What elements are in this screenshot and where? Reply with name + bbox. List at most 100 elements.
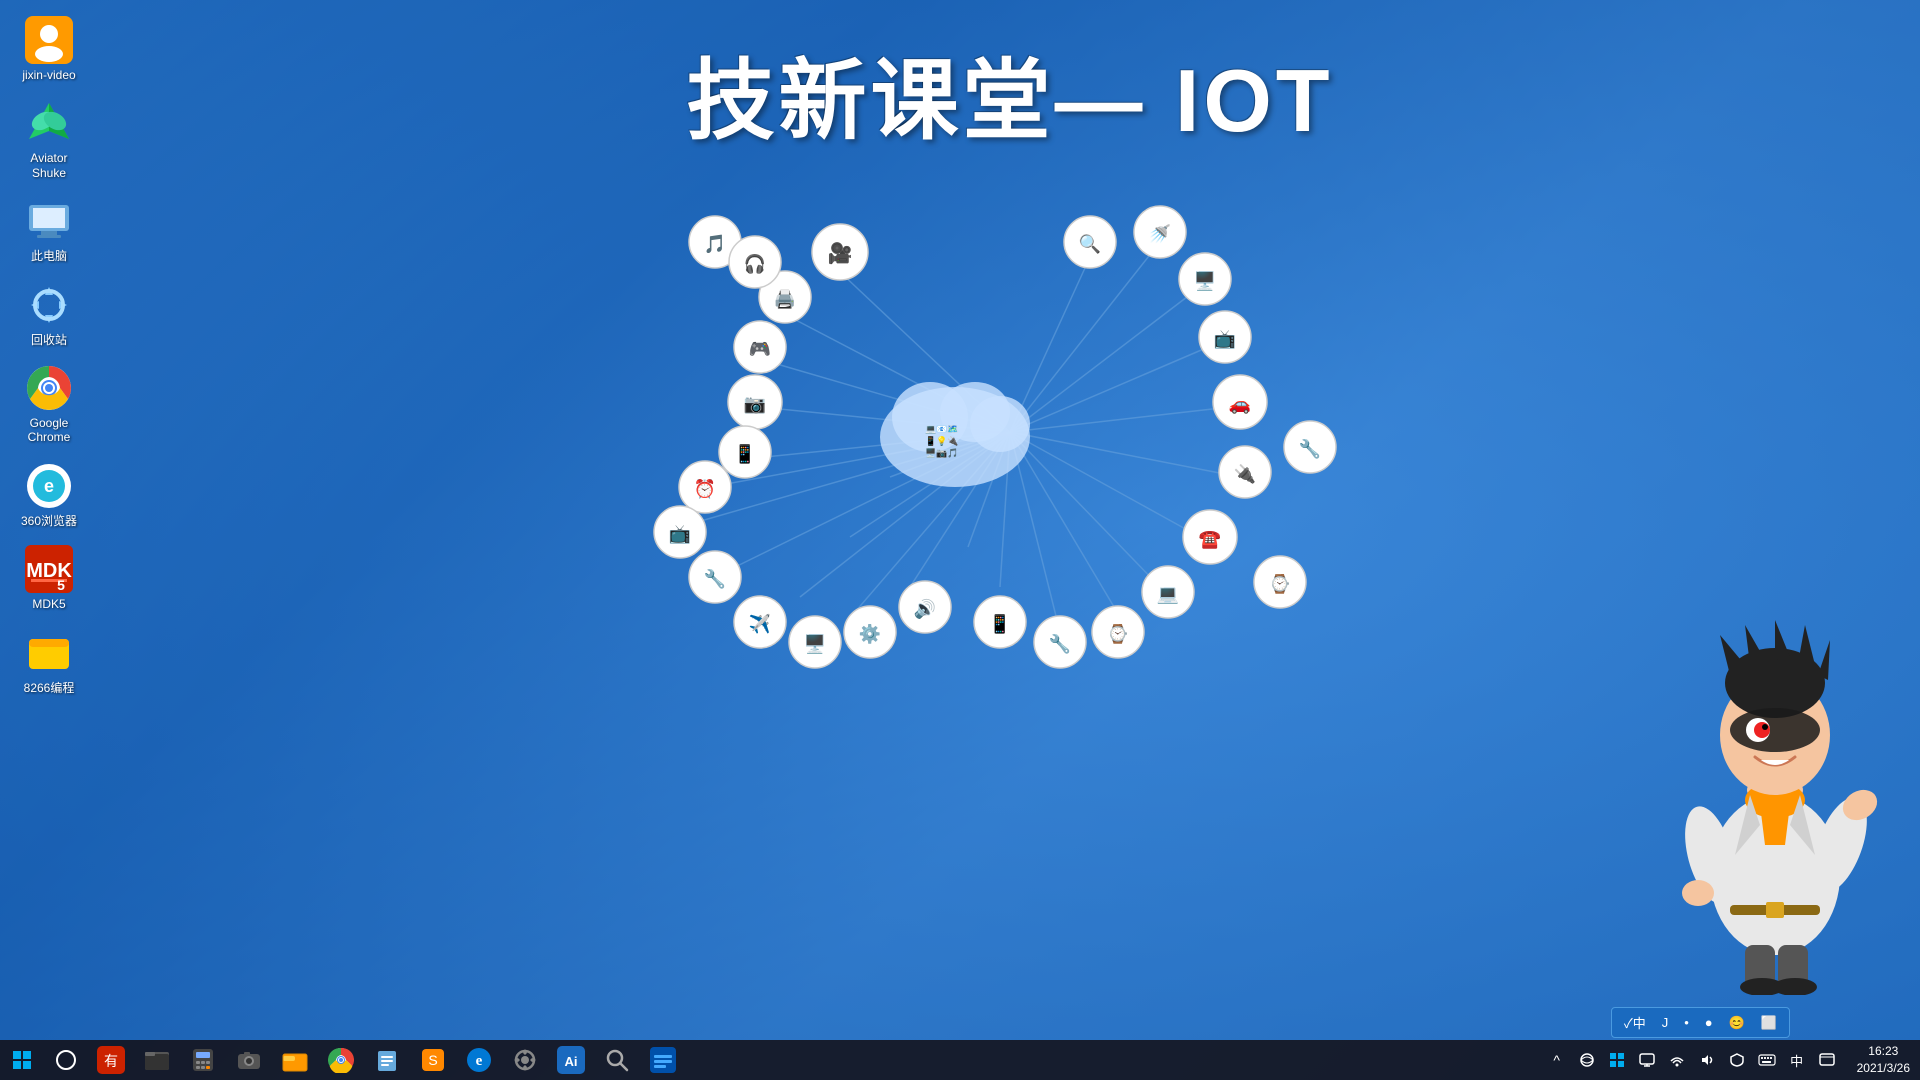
desktop-icon-aviator-shuke[interactable]: AviatorShuke <box>5 93 93 186</box>
character-figure <box>1650 575 1900 995</box>
taskbar-chrome[interactable] <box>318 1040 364 1080</box>
desktop: jixin-video AviatorShuke <box>0 0 1920 1040</box>
desktop-icon-8266[interactable]: 8266编程 <box>5 623 93 701</box>
tray-volume[interactable] <box>1693 1040 1721 1080</box>
desktop-icon-mdk5[interactable]: MDK 5 MDK5 <box>5 539 93 617</box>
svg-text:Ai: Ai <box>565 1054 578 1069</box>
tray-keyboard[interactable] <box>1753 1040 1781 1080</box>
svg-text:✈️: ✈️ <box>749 613 771 634</box>
tray-notification[interactable] <box>1813 1040 1841 1080</box>
taskbar-app1[interactable] <box>364 1040 410 1080</box>
taskbar-camera[interactable] <box>226 1040 272 1080</box>
tray-wifi[interactable] <box>1663 1040 1691 1080</box>
svg-text:🎵: 🎵 <box>704 234 726 254</box>
svg-text:有: 有 <box>104 1054 118 1070</box>
taskbar-ai[interactable]: Ai <box>548 1040 594 1080</box>
svg-text:📷: 📷 <box>744 394 766 414</box>
svg-text:💻: 💻 <box>1157 584 1179 604</box>
jixin-video-icon <box>25 16 73 64</box>
tray-ime-cn[interactable]: 中 <box>1783 1040 1811 1080</box>
recycle-label: 回收站 <box>31 333 67 347</box>
desktop-icons-column: jixin-video AviatorShuke <box>0 0 100 711</box>
svg-text:📺: 📺 <box>1214 329 1236 349</box>
svg-text:📱: 📱 <box>989 613 1011 634</box>
recycle-icon <box>25 281 73 329</box>
svg-text:⌚: ⌚ <box>1107 623 1129 644</box>
desktop-icon-recycle[interactable]: 回收站 <box>5 275 93 353</box>
360browser-label: 360浏览器 <box>21 514 77 528</box>
page-title: 技新课堂— IOT <box>686 30 1333 157</box>
8266-icon <box>25 629 73 677</box>
8266-label: 8266编程 <box>24 681 75 695</box>
tray-shield[interactable] <box>1723 1040 1751 1080</box>
svg-text:e: e <box>476 1053 483 1069</box>
taskbar-search-button[interactable] <box>44 1040 88 1080</box>
start-button[interactable] <box>0 1040 44 1080</box>
svg-text:🔌: 🔌 <box>1234 463 1256 484</box>
aviator-shuke-icon <box>25 99 73 147</box>
main-content: 技新课堂— IOT <box>100 0 1920 1040</box>
character-svg <box>1650 575 1900 995</box>
svg-text:🖥️📷🎵: 🖥️📷🎵 <box>925 447 959 458</box>
desktop-icon-computer[interactable]: 此电脑 <box>5 191 93 269</box>
desktop-icon-chrome[interactable]: GoogleChrome <box>5 358 93 451</box>
svg-text:⌚: ⌚ <box>1269 573 1291 594</box>
clock-time: 16:23 <box>1868 1043 1898 1060</box>
taskbar-settings[interactable] <box>502 1040 548 1080</box>
computer-icon <box>25 197 73 245</box>
taskbar-calculator[interactable] <box>180 1040 226 1080</box>
taskbar-app2[interactable]: S <box>410 1040 456 1080</box>
taskbar-search-app[interactable] <box>594 1040 640 1080</box>
clock-date: 2021/3/26 <box>1857 1060 1910 1077</box>
mdk5-icon: MDK 5 <box>25 545 73 593</box>
ime-bar: ✓中 J • ● 😊 ⬜ <box>1611 1007 1790 1038</box>
taskbar-clock[interactable]: 16:23 2021/3/26 <box>1847 1040 1920 1080</box>
taskbar-file-explorer[interactable] <box>134 1040 180 1080</box>
svg-text:5: 5 <box>57 577 65 593</box>
svg-text:☎️: ☎️ <box>1199 529 1221 549</box>
360browser-icon: e <box>25 462 73 510</box>
iot-diagram-svg: 💻📧🗺️ 📱💡🔌 🖥️📷🎵 🎥 🖨️ 🎮 📷 <box>560 187 1460 677</box>
svg-text:🎧: 🎧 <box>744 253 766 274</box>
svg-text:⚙️: ⚙️ <box>859 623 881 644</box>
taskbar-files[interactable] <box>272 1040 318 1080</box>
svg-text:S: S <box>428 1052 437 1068</box>
chrome-icon <box>25 364 73 412</box>
tray-arrow[interactable]: ^ <box>1543 1040 1571 1080</box>
svg-text:🔧: 🔧 <box>704 568 726 589</box>
svg-text:🖨️: 🖨️ <box>774 288 796 309</box>
svg-text:🖥️: 🖥️ <box>1194 270 1216 291</box>
taskbar: 有 <box>0 1040 1920 1080</box>
desktop-icon-jixin-video[interactable]: jixin-video <box>5 10 93 88</box>
aviator-shuke-label: AviatorShuke <box>30 151 67 180</box>
svg-text:🚗: 🚗 <box>1229 394 1251 414</box>
svg-text:🔍: 🔍 <box>1079 232 1101 254</box>
ime-circle[interactable]: ● <box>1701 1013 1717 1032</box>
svg-text:🎥: 🎥 <box>828 241 853 265</box>
svg-text:e: e <box>44 476 54 496</box>
jixin-video-label: jixin-video <box>22 68 75 82</box>
taskbar-blue-app[interactable] <box>640 1040 686 1080</box>
svg-text:📱💡🔌: 📱💡🔌 <box>925 435 959 446</box>
ime-dot[interactable]: • <box>1680 1013 1693 1032</box>
svg-text:🔧: 🔧 <box>1299 438 1321 459</box>
ime-check[interactable]: ✓中 <box>1620 1011 1650 1034</box>
svg-text:💻📧🗺️: 💻📧🗺️ <box>925 424 959 434</box>
tray-monitor[interactable] <box>1633 1040 1661 1080</box>
svg-text:MDK: MDK <box>26 560 72 582</box>
svg-text:📺: 📺 <box>669 524 691 544</box>
svg-text:🚿: 🚿 <box>1149 223 1171 244</box>
svg-text:⏰: ⏰ <box>694 478 716 499</box>
taskbar-ie360[interactable]: e <box>456 1040 502 1080</box>
tray-windows[interactable] <box>1603 1040 1631 1080</box>
ime-emoji[interactable]: 😊 <box>1725 1013 1749 1033</box>
ime-j[interactable]: J <box>1658 1013 1673 1032</box>
svg-text:🔊: 🔊 <box>914 598 936 620</box>
svg-text:📱: 📱 <box>734 443 756 464</box>
tray-network[interactable] <box>1573 1040 1601 1080</box>
taskbar-youdao[interactable]: 有 <box>88 1040 134 1080</box>
desktop-icon-360[interactable]: e 360浏览器 <box>5 456 93 534</box>
svg-text:🔧: 🔧 <box>1049 633 1071 654</box>
svg-text:🎮: 🎮 <box>749 339 771 359</box>
ime-box[interactable]: ⬜ <box>1757 1013 1781 1033</box>
